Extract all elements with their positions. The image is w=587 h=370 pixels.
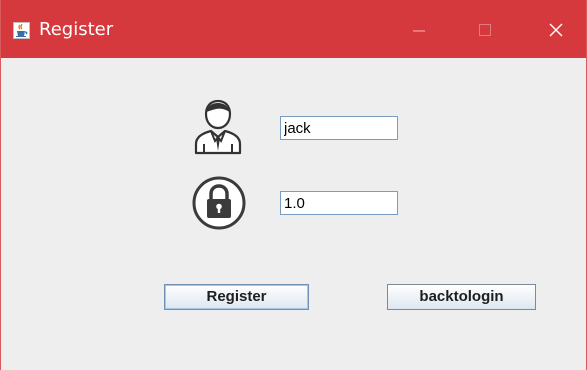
close-button[interactable] — [533, 10, 579, 52]
back-to-login-button[interactable]: backtologin — [387, 284, 536, 310]
form-panel: Register backtologin — [1, 58, 586, 370]
window-title: Register — [39, 19, 114, 40]
title-bar[interactable]: Register — [1, 0, 586, 58]
maximize-icon — [479, 24, 491, 36]
close-icon — [549, 23, 563, 37]
register-window: Register jack 1.0 Register backtologin — [0, 0, 587, 370]
java-cup-icon — [13, 22, 30, 39]
username-field[interactable] — [280, 116, 398, 140]
password-field[interactable] — [280, 191, 398, 215]
register-button[interactable]: Register — [164, 284, 309, 310]
minimize-button[interactable] — [396, 10, 442, 52]
maximize-button[interactable] — [462, 10, 508, 52]
lock-icon — [191, 175, 247, 231]
user-icon — [191, 97, 245, 155]
minimize-icon — [413, 30, 425, 32]
